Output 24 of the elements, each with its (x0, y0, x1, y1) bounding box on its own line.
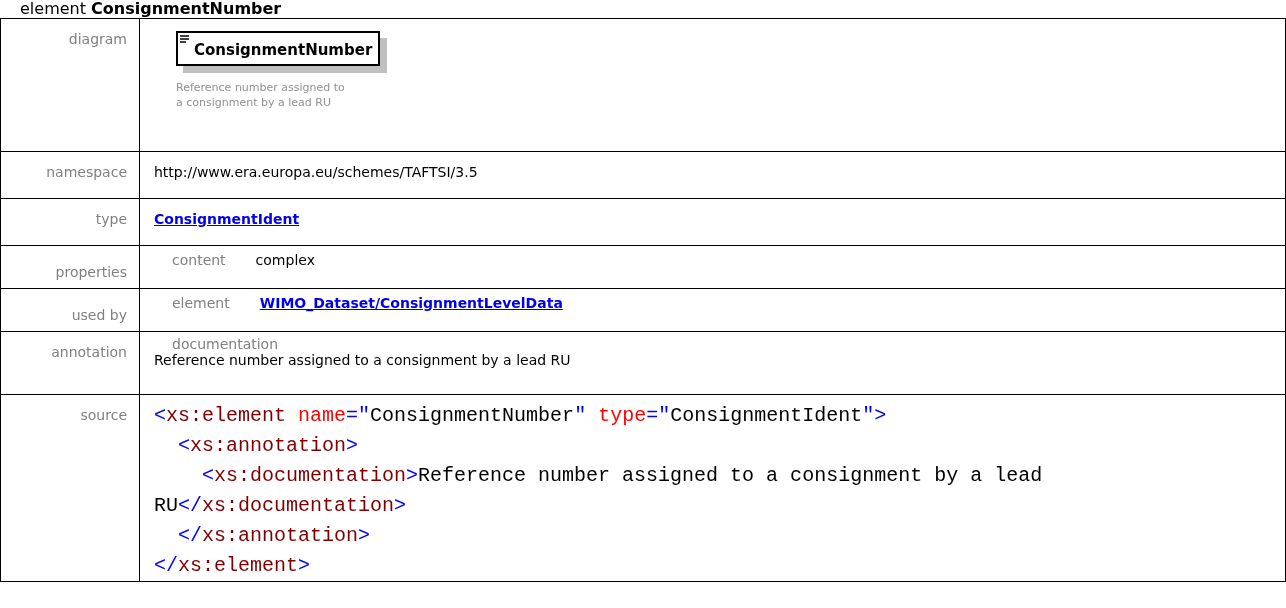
property-value: complex (255, 252, 315, 268)
row-label: namespace (46, 164, 127, 180)
source-code-line: <xs:element name="ConsignmentNumber" type="ConsignmentIdent"> (154, 403, 888, 429)
row-label: source (80, 407, 127, 423)
source-code-line: </xs:annotation> (177, 523, 372, 549)
used-by-link[interactable]: WIMO_Dataset/ConsignmentLevelData (259, 295, 563, 311)
source-code-line: <xs:annotation> (177, 433, 360, 459)
source-code-line: </xs:element> (154, 553, 312, 579)
row-label: annotation (51, 344, 127, 360)
element-lines-icon (180, 35, 189, 43)
row-label: used by (71, 307, 127, 323)
source-code-line: RU</xs:documentation> (154, 493, 408, 519)
namespace-value: http://www.era.europa.eu/schemes/TAFTSI/3.5 (154, 164, 478, 180)
type-link[interactable]: ConsignmentIdent (154, 211, 300, 227)
property-key: content (172, 252, 226, 268)
used-by-key: element (172, 295, 230, 311)
row-label: type (95, 211, 127, 227)
annotation-key: documentation (172, 336, 1273, 352)
annotation-text: Reference number assigned to a consignment by a lead RU (154, 352, 572, 368)
element-heading: element ConsignmentNumber (19, 0, 283, 18)
element-description: Reference number assigned to a consignment by a lead RU (176, 80, 346, 110)
row-label: properties (55, 264, 127, 280)
source-code-line: <xs:documentation>Reference number assigned to a consignment by a lead (201, 463, 1044, 489)
row-label: diagram (68, 31, 127, 47)
